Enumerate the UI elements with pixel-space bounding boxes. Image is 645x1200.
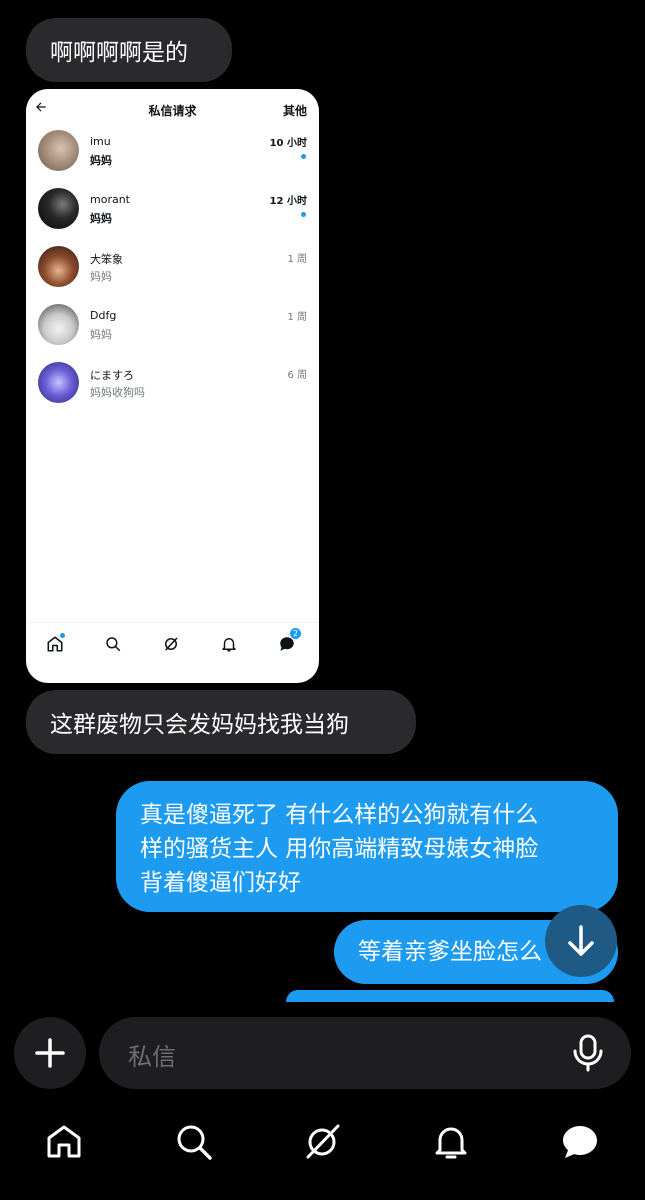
microphone-icon[interactable]: [571, 1034, 605, 1072]
avatar: [38, 304, 79, 345]
messages-icon[interactable]: [560, 1122, 600, 1162]
incoming-message[interactable]: 这群废物只会发妈妈找我当狗: [26, 690, 416, 754]
request-message: 妈妈: [90, 154, 112, 167]
request-row: imu 妈妈 10 小时: [26, 130, 319, 188]
outgoing-message[interactable]: 真是傻逼死了 有什么样的公狗就有什么 样的骚货主人 用你高端精致母婊女神脸 背着…: [116, 781, 618, 912]
message-line: 样的骚货主人 用你高端精致母婊女神脸: [140, 836, 539, 862]
search-icon[interactable]: [174, 1122, 214, 1162]
message-line: 背着傻逼们好好: [140, 870, 301, 896]
request-time: 6 周: [287, 370, 307, 381]
request-name: imu: [90, 135, 111, 148]
request-row: 大笨象 妈妈 1 周: [26, 246, 319, 304]
shot-header: 私信请求 其他: [26, 89, 319, 131]
plus-icon: [35, 1038, 65, 1068]
home-icon[interactable]: [44, 1122, 84, 1162]
message-text: 等着亲爹坐脸怎么: [358, 939, 542, 965]
request-name: Ddfg: [90, 309, 117, 322]
avatar: [38, 130, 79, 171]
request-message: 妈妈: [90, 212, 112, 225]
message-text: 啊啊啊啊是的: [50, 40, 188, 66]
bell-icon: [220, 635, 240, 655]
incoming-message[interactable]: 啊啊啊啊是的: [26, 18, 232, 82]
messages-icon: 2: [278, 628, 301, 655]
home-icon: [46, 633, 66, 655]
avatar: [38, 246, 79, 287]
shot-bottom-nav: 2: [26, 622, 319, 683]
request-name: morant: [90, 193, 130, 206]
grok-icon[interactable]: [302, 1122, 342, 1162]
shot-other-link: 其他: [282, 104, 307, 118]
message-text: 这群废物只会发妈妈找我当狗: [50, 712, 349, 738]
request-row: にますろ 妈妈收狗吗 6 周: [26, 362, 319, 420]
message-line: 真是傻逼死了 有什么样的公狗就有什么: [140, 802, 539, 828]
message-input[interactable]: 私信: [99, 1017, 631, 1089]
request-message: 妈妈: [90, 270, 112, 283]
add-media-button[interactable]: [14, 1017, 86, 1089]
request-row: Ddfg 妈妈 1 周: [26, 304, 319, 362]
avatar: [38, 188, 79, 229]
outgoing-message-partial[interactable]: [286, 990, 614, 1002]
request-time: 1 周: [287, 254, 307, 265]
request-message: 妈妈收狗吗: [90, 386, 145, 399]
search-icon: [104, 635, 124, 655]
arrow-down-icon: [568, 925, 594, 956]
message-input-placeholder: 私信: [128, 1043, 176, 1071]
scroll-to-bottom-button[interactable]: [545, 905, 617, 977]
request-time: 10 小时: [269, 138, 307, 149]
request-name: にますろ: [90, 369, 134, 382]
bell-icon[interactable]: [431, 1122, 471, 1162]
request-name: 大笨象: [90, 253, 123, 266]
request-time: 12 小时: [269, 196, 307, 207]
request-message: 妈妈: [90, 328, 112, 341]
request-time: 1 周: [287, 312, 307, 323]
unread-dot: [301, 154, 306, 159]
shared-screenshot-image[interactable]: 私信请求 其他 imu 妈妈 10 小时 morant 妈妈 12 小时 大笨象…: [26, 89, 319, 683]
shot-title: 私信请求: [148, 104, 197, 118]
avatar: [38, 362, 79, 403]
messages-badge: 2: [290, 628, 301, 639]
bottom-navigation: [0, 1100, 645, 1200]
request-row: morant 妈妈 12 小时: [26, 188, 319, 246]
grok-icon: [162, 635, 182, 655]
unread-dot: [301, 212, 306, 217]
